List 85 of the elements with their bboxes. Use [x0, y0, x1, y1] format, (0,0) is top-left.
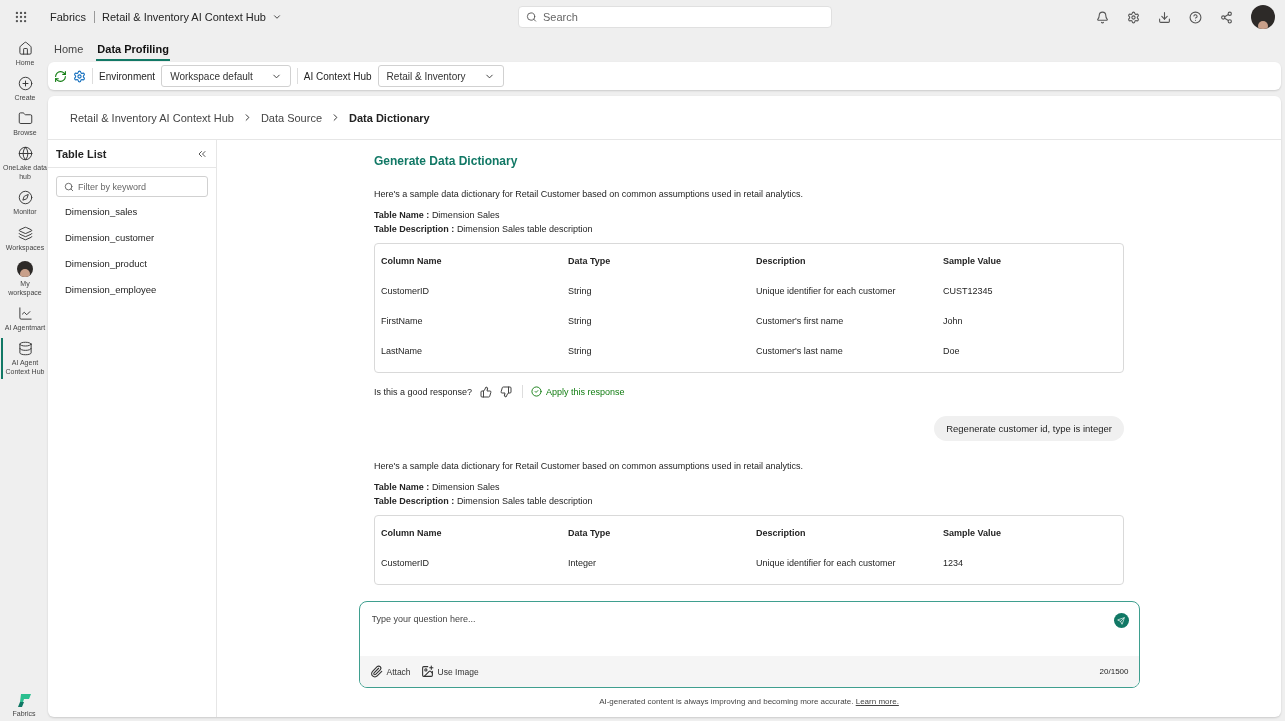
nav-icon	[17, 41, 33, 56]
breadcrumb-link[interactable]: Data Source	[260, 111, 323, 124]
column-header: Sample Value	[943, 528, 1003, 538]
table-cell-text: String	[568, 286, 593, 296]
table-cell-text: FirstName	[381, 316, 424, 326]
table-cell-text: Customer's first name	[756, 316, 845, 326]
environment-label: Environment	[99, 70, 156, 82]
hub-dropdown[interactable]: Retail & Inventory	[377, 65, 504, 87]
nav-icon	[17, 111, 33, 127]
table-description-text: Table Description : Dimension Sales table description	[374, 224, 594, 234]
app-name[interactable]: Fabrics	[50, 11, 96, 23]
search-field[interactable]: Search	[517, 6, 832, 28]
search-icon	[525, 11, 537, 23]
composer[interactable]: Type your question here... Attach Use Image 20/1500	[358, 601, 1140, 688]
table-cell-text: String	[568, 346, 593, 356]
hub-label: AI Context Hub	[303, 70, 372, 82]
chevron-down-icon	[271, 12, 282, 22]
feedback-question: Is this a good response?	[374, 386, 473, 397]
filter-field[interactable]: Filter by keyword	[56, 176, 208, 197]
share-icon[interactable]	[1220, 10, 1233, 24]
table-list-item[interactable]: Dimension_sales	[56, 200, 208, 223]
column-header: Data Type	[568, 256, 612, 266]
nav-icon	[17, 76, 33, 92]
table-cell-text: Integer	[568, 558, 598, 568]
table-cell-text: CustomerID	[381, 558, 430, 568]
fabric-logo-icon	[16, 692, 32, 708]
apply-response-button[interactable]: Apply this response	[522, 385, 631, 398]
use-image-button[interactable]: Use Image	[420, 665, 479, 678]
image-icon	[420, 665, 434, 678]
column-header: Description	[756, 256, 807, 266]
thumbs-up-icon[interactable]	[480, 385, 493, 398]
character-count: 20/1500	[1099, 667, 1129, 676]
breadcrumb-link[interactable]: Retail & Inventory AI Context Hub	[70, 111, 234, 124]
user-message: Regenerate customer id, type is integer	[934, 416, 1124, 441]
workspace-selector[interactable]: Retail & Inventory AI Context Hub	[95, 11, 282, 23]
table-cell-text: CUST12345	[943, 286, 994, 296]
table-list-item[interactable]: Dimension_product	[56, 252, 208, 275]
disclaimer-text: AI-generated content is always improving and becoming more accurate. Learn more.	[598, 696, 900, 708]
table-cell-text: CustomerID	[381, 286, 430, 296]
table-name-text: Table Name : Dimension Sales	[374, 210, 501, 220]
nav-icon	[17, 190, 33, 206]
table-name-text: Table Name : Dimension Sales	[374, 482, 501, 492]
table-list-item[interactable]: Dimension_employee	[56, 278, 208, 301]
refresh-icon[interactable]	[54, 69, 67, 83]
chat-title: Generate Data Dictionary	[374, 154, 519, 168]
column-header: Column Name	[381, 528, 443, 538]
learn-more-link[interactable]: Learn more.	[855, 697, 899, 706]
app-launcher-icon[interactable]	[14, 10, 28, 24]
attach-button[interactable]: Attach	[369, 665, 411, 678]
environment-dropdown[interactable]: Workspace default	[161, 65, 291, 87]
send-icon	[1117, 616, 1125, 625]
settings-icon[interactable]	[73, 69, 86, 83]
thumbs-down-icon[interactable]	[500, 385, 513, 398]
column-header: Sample Value	[943, 256, 1003, 266]
table-cell-text: Doe	[943, 346, 961, 356]
table-cell-text: LastName	[381, 346, 424, 356]
tab[interactable]: Home	[53, 41, 85, 61]
table-cell-text: John	[943, 316, 964, 326]
response-text: Here's a sample data dictionary for Retail Customer based on common assumptions used in retail analytics.	[374, 189, 804, 199]
table-cell-text: Unique identifier for each customer	[756, 558, 897, 568]
table-cell-text: Unique identifier for each customer	[756, 286, 897, 296]
table-cell-text: String	[568, 316, 593, 326]
column-header: Description	[756, 528, 807, 538]
nav-icon	[17, 340, 33, 356]
notifications-icon[interactable]	[1096, 10, 1109, 24]
download-icon[interactable]	[1158, 10, 1171, 24]
settings-icon[interactable]	[1127, 10, 1140, 24]
panel-title: Table List	[56, 147, 107, 160]
table-cell-text: 1234	[943, 558, 965, 568]
nav-icon	[17, 305, 33, 321]
avatar[interactable]	[1251, 5, 1275, 29]
column-header: Column Name	[381, 256, 443, 266]
breadcrumb-link[interactable]: Data Dictionary	[349, 111, 430, 124]
check-circle-icon	[531, 386, 543, 397]
nav-icon	[17, 225, 33, 241]
table-list-item[interactable]: Dimension_customer	[56, 226, 208, 249]
avatar	[17, 260, 33, 277]
response-text: Here's a sample data dictionary for Retail Customer based on common assumptions used in retail analytics.	[374, 461, 804, 471]
nav-icon	[17, 146, 33, 162]
help-icon[interactable]	[1189, 10, 1202, 24]
column-header: Data Type	[568, 528, 612, 538]
table-cell-text: Customer's last name	[756, 346, 844, 356]
search-icon	[64, 181, 74, 192]
table-description-text: Table Description : Dimension Sales table description	[374, 496, 594, 506]
paperclip-icon	[369, 665, 383, 678]
